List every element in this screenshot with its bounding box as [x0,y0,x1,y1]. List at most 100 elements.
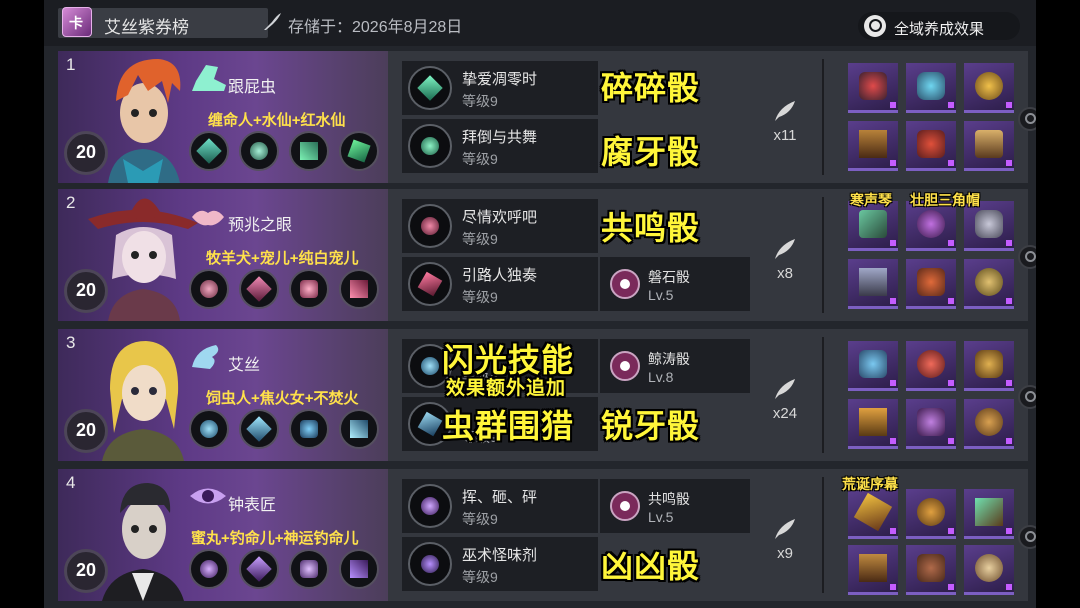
search-icon[interactable] [1018,107,1036,131]
trait-icon [196,138,222,164]
trait-slot[interactable] [339,131,379,171]
app-window: 卡 艾丝紫券榜 存储于：2026年8月28日 全域养成效果 1 20 跟屁虫 缠… [44,0,1036,608]
item-slot[interactable] [906,399,956,449]
feather-icon [775,379,795,399]
skill-slot[interactable]: 尽情欢呼吧 等级9 [402,199,598,253]
item-slot[interactable] [906,341,956,391]
trait-slot[interactable] [339,269,379,309]
skill-slot[interactable]: 巫术怪味剂 等级9 [402,537,598,591]
rank-number: 2 [66,193,76,212]
level-badge: 20 [64,549,108,593]
eye-icon [190,488,226,504]
item-slot[interactable] [964,489,1014,539]
item-slot[interactable] [848,545,898,595]
item-icon [917,210,945,238]
trait-slot[interactable] [189,131,229,171]
item-slot[interactable] [906,489,956,539]
dice-icon [610,491,640,521]
level-value: 20 [75,142,97,162]
trait-slot[interactable] [239,269,279,309]
item-icon [917,498,945,526]
item-icon [853,492,893,532]
item-icon [975,130,1003,158]
trait-slot[interactable] [289,409,329,449]
loadout-row-4[interactable]: 4 20 钟表匠 蜜丸+钓命儿+神运钓命儿 挥、砸、砰 等级9 巫术怪味剂 等级… [58,469,1036,601]
search-icon[interactable] [1018,245,1036,269]
item-annotation: 壮胆三角帽 [910,192,980,208]
skill-slot[interactable]: 拜倒与共舞 等级9 [402,119,598,173]
item-icon [975,554,1003,582]
skill-level: 等级9 [462,569,498,585]
trait-slot[interactable] [339,549,379,589]
item-slot[interactable] [848,341,898,391]
character-panel: 1 20 跟屁虫 缠命人+水仙+红水仙 [58,51,388,183]
annotation-label: 锐牙骰 [601,408,701,444]
skill-level: 等级9 [462,289,498,305]
item-grid [834,51,1034,183]
search-icon[interactable] [1018,385,1036,409]
page-title: 艾丝紫券榜 [104,18,189,37]
dice-slot[interactable]: 鲸涛骰 Lv.8 [600,339,750,393]
item-icon [975,210,1003,238]
trait-slot[interactable] [239,409,279,449]
trait-icon [350,560,368,578]
trait-slot[interactable] [239,549,279,589]
item-slot[interactable] [848,121,898,171]
skill-slot[interactable]: 挚爱凋零时 等级9 [402,61,598,115]
trait-slot[interactable] [239,131,279,171]
item-grid [834,329,1034,461]
trait-slot[interactable] [189,269,229,309]
character-panel: 2 20 预兆之眼 牧羊犬+宠儿+纯白宠儿 [58,189,388,321]
combo-label: 饲虫人+焦火女+不焚火 [206,390,359,407]
skill-slot[interactable]: 挥、砸、砰 等级9 [402,479,598,533]
global-effect-button[interactable]: 全域养成效果 [858,12,1020,40]
search-icon[interactable] [1018,525,1036,549]
skill-column: 尽情欢呼吧 等级9 引路人独奏 等级9 磐石骰 Lv.5 [402,189,792,321]
trait-slot[interactable] [189,409,229,449]
item-slot[interactable] [848,489,898,539]
trait-icon [300,560,318,578]
loadout-row-3[interactable]: 3 20 艾丝 饲虫人+焦火女+不焚火 等级9 等级9 鲸涛骰 Lv.8 闪光技… [58,329,1036,461]
trait-icon [350,280,368,298]
dice-level: Lv.8 [648,369,674,385]
trait-icon [300,280,318,298]
item-slot[interactable] [964,63,1014,113]
item-slot[interactable] [906,259,956,309]
trait-slot[interactable] [339,409,379,449]
item-slot[interactable] [906,545,956,595]
item-slot[interactable] [964,259,1014,309]
skill-slot[interactable]: 引路人独奏 等级9 [402,257,598,311]
item-slot[interactable] [964,399,1014,449]
trait-slot[interactable] [189,549,229,589]
skill-level: 等级9 [462,93,498,109]
item-icon [975,268,1003,296]
skill-name: 挚爱凋零时 [462,71,538,88]
dice-name: 磐石骰 [648,269,690,285]
trait-slot[interactable] [289,549,329,589]
item-slot[interactable] [848,259,898,309]
item-slot[interactable] [964,545,1014,595]
loadout-row-1[interactable]: 1 20 跟屁虫 缠命人+水仙+红水仙 挚爱凋零时 等级9 拜倒与共舞 等级9 … [58,51,1036,183]
item-slot[interactable] [964,341,1014,391]
item-slot[interactable] [906,121,956,171]
item-slot[interactable] [964,121,1014,171]
loadout-row-2[interactable]: 2 20 预兆之眼 牧羊犬+宠儿+纯白宠儿 尽情欢呼吧 等级9 引路人独奏 等级… [58,189,1036,321]
dice-slot[interactable]: 共鸣骰 Lv.5 [600,479,750,533]
trait-slot[interactable] [289,131,329,171]
divider [822,59,824,175]
item-slot[interactable] [906,63,956,113]
header-bar: 卡 艾丝紫券榜 存储于：2026年8月28日 全域养成效果 [44,0,1036,46]
skill-icon [408,542,452,586]
item-icon [975,72,1003,100]
skill-level: 等级9 [462,511,498,527]
item-slot[interactable] [848,399,898,449]
trait-icon [246,276,272,302]
item-slot[interactable] [848,63,898,113]
feather-icon [775,519,795,539]
dice-slot[interactable]: 磐石骰 Lv.5 [600,257,750,311]
skill-icon [408,262,452,306]
trait-slot[interactable] [289,269,329,309]
trait-icon [347,139,371,163]
item-icon [917,130,945,158]
annotation-label: 虫群围猎 [442,408,575,444]
